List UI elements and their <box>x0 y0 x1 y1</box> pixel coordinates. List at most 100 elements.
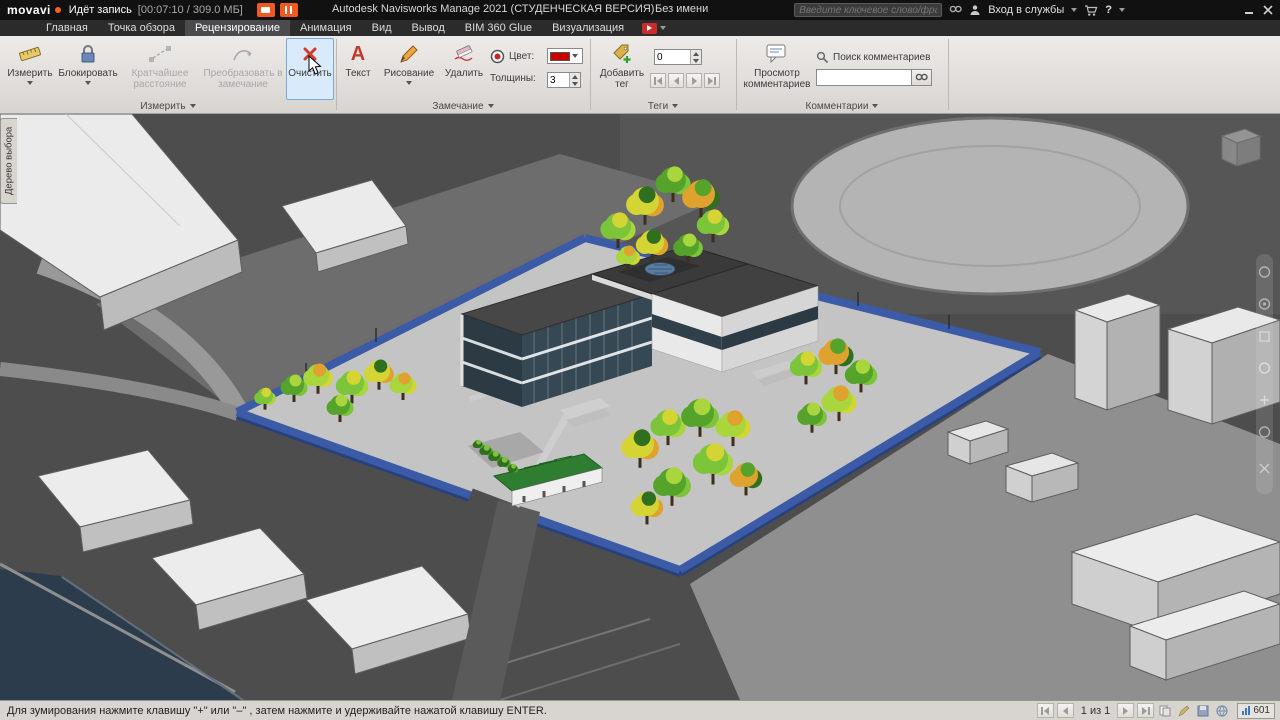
memory-bar-icon <box>1242 706 1250 715</box>
color-swatch <box>550 52 570 61</box>
redline-color-row: Цвет: <box>490 49 534 64</box>
tab-home[interactable]: Главная <box>36 20 98 36</box>
spinner-down-icon[interactable] <box>572 82 578 86</box>
add-tag-label: Добавить тег <box>597 68 647 90</box>
tag-number-input[interactable] <box>655 50 690 64</box>
movavi-logo: movavi <box>7 3 51 17</box>
app-title: Autodesk Navisworks Manage 2021 (СТУДЕНЧ… <box>332 3 654 15</box>
find-comments-box <box>816 69 932 86</box>
measure-button[interactable]: Измерить <box>4 38 56 100</box>
shortest-distance-label: Кратчайшее расстояние <box>121 68 199 90</box>
tab-bim360glue[interactable]: BIM 360 Glue <box>455 20 542 36</box>
pause-recording-button[interactable] <box>280 3 298 17</box>
scene-stadium <box>792 118 1188 294</box>
tab-review[interactable]: Рецензирование <box>185 20 290 36</box>
close-button[interactable] <box>1262 4 1274 16</box>
web-indicator-icon <box>1214 703 1230 718</box>
spinner-arrows[interactable] <box>690 50 701 64</box>
convert-to-redline-icon <box>231 42 255 66</box>
camera-icon <box>261 7 270 13</box>
lock-button-label: Блокировать <box>58 68 117 79</box>
next-tag-button[interactable] <box>686 73 702 88</box>
viewcube-icon[interactable] <box>1222 129 1260 166</box>
recorder-plugin-tab[interactable] <box>634 20 674 36</box>
record-plugin-icon <box>642 23 657 34</box>
redline-erase-button[interactable]: Удалить <box>442 38 486 100</box>
color-wheel-icon <box>490 49 505 64</box>
redline-text-button[interactable]: A Текст <box>340 38 376 100</box>
clear-button[interactable]: Очистить <box>286 38 334 100</box>
signin-label[interactable]: Вход в службы <box>988 4 1064 16</box>
ribbon-tab-bar: Главная Точка обзора Рецензирование Аним… <box>0 20 1280 36</box>
view-comments-label: Просмотр комментариев <box>743 68 811 90</box>
find-comments-input[interactable] <box>816 69 912 86</box>
chevron-down-icon <box>85 81 91 85</box>
tags-group-label-text: Теги <box>648 101 668 112</box>
binoculars-icon <box>915 71 928 84</box>
tab-output[interactable]: Вывод <box>402 20 455 36</box>
find-comments-label: Поиск комментариев <box>833 52 930 63</box>
tag-icon <box>610 42 634 66</box>
color-picker-dropdown[interactable] <box>547 48 583 64</box>
tab-animation[interactable]: Анимация <box>290 20 362 36</box>
title-bar: movavi Идёт запись [00:07:10 / 309.0 МБ]… <box>0 0 1280 20</box>
tab-render[interactable]: Визуализация <box>542 20 634 36</box>
redline-group-label[interactable]: Замечание <box>336 99 590 113</box>
comments-group-label[interactable]: Комментарии <box>736 99 948 113</box>
redline-erase-label: Удалить <box>445 68 483 79</box>
tag-nav-row <box>650 73 720 88</box>
spinner-arrows[interactable] <box>569 73 580 87</box>
sheet-browser-icon[interactable] <box>1157 703 1173 718</box>
last-tag-button[interactable] <box>704 73 720 88</box>
navigation-bar[interactable] <box>1256 254 1273 494</box>
group-separator <box>948 39 949 110</box>
minimize-button[interactable] <box>1243 4 1255 16</box>
thickness-input[interactable] <box>548 73 569 87</box>
viewport[interactable]: Дерево выбора <box>0 114 1280 700</box>
search-icon[interactable] <box>949 4 962 17</box>
spinner-up-icon[interactable] <box>693 52 699 56</box>
redline-draw-button[interactable]: Рисование <box>380 38 438 100</box>
tab-viewpoint[interactable]: Точка обзора <box>98 20 185 36</box>
movavi-logo-dot-icon <box>55 7 61 13</box>
view-comments-button[interactable]: Просмотр комментариев <box>742 38 812 100</box>
speech-bubble-icon <box>765 42 789 66</box>
lock-button[interactable]: Блокировать <box>58 38 118 100</box>
chevron-down-icon <box>660 26 666 30</box>
first-tag-button[interactable] <box>650 73 666 88</box>
convert-to-redline-button: Преобразовать в замечание <box>202 38 284 100</box>
cart-icon[interactable] <box>1084 4 1098 17</box>
chevron-down-icon <box>572 54 578 58</box>
tags-group-label[interactable]: Теги <box>590 99 736 113</box>
last-sheet-button[interactable] <box>1137 703 1154 718</box>
tab-view[interactable]: Вид <box>362 20 402 36</box>
prev-tag-button[interactable] <box>668 73 684 88</box>
comments-group-label-text: Комментарии <box>806 101 869 112</box>
shortest-distance-icon <box>148 42 172 66</box>
redraw-indicator-icon <box>1176 703 1192 718</box>
measure-group-label[interactable]: Измерить <box>0 99 336 113</box>
color-label: Цвет: <box>509 51 534 62</box>
help-button[interactable]: ? <box>1105 4 1112 16</box>
disk-indicator-icon <box>1195 703 1211 718</box>
screenshot-button[interactable] <box>257 3 275 17</box>
chevron-down-icon <box>488 104 494 108</box>
clear-x-icon <box>301 42 319 66</box>
prev-sheet-button[interactable] <box>1057 703 1074 718</box>
chevron-down-icon[interactable] <box>1119 8 1125 12</box>
find-comments-go-button[interactable] <box>912 69 932 86</box>
next-sheet-button[interactable] <box>1117 703 1134 718</box>
ribbon: Измерить Блокировать Кратчайшее расстоян… <box>0 36 1280 114</box>
chevron-down-icon[interactable] <box>1071 8 1077 12</box>
chevron-down-icon <box>190 104 196 108</box>
add-tag-button[interactable]: Добавить тег <box>596 38 648 100</box>
infocenter-search-input[interactable] <box>794 3 942 17</box>
spinner-down-icon[interactable] <box>693 59 699 63</box>
selection-tree-tab[interactable]: Дерево выбора <box>0 118 17 204</box>
viewport-3d-scene[interactable] <box>0 114 1280 700</box>
chevron-down-icon <box>406 81 412 85</box>
tag-number-spinner[interactable] <box>654 49 702 65</box>
first-sheet-button[interactable] <box>1037 703 1054 718</box>
thickness-spinner[interactable] <box>547 72 581 88</box>
spinner-up-icon[interactable] <box>572 75 578 79</box>
